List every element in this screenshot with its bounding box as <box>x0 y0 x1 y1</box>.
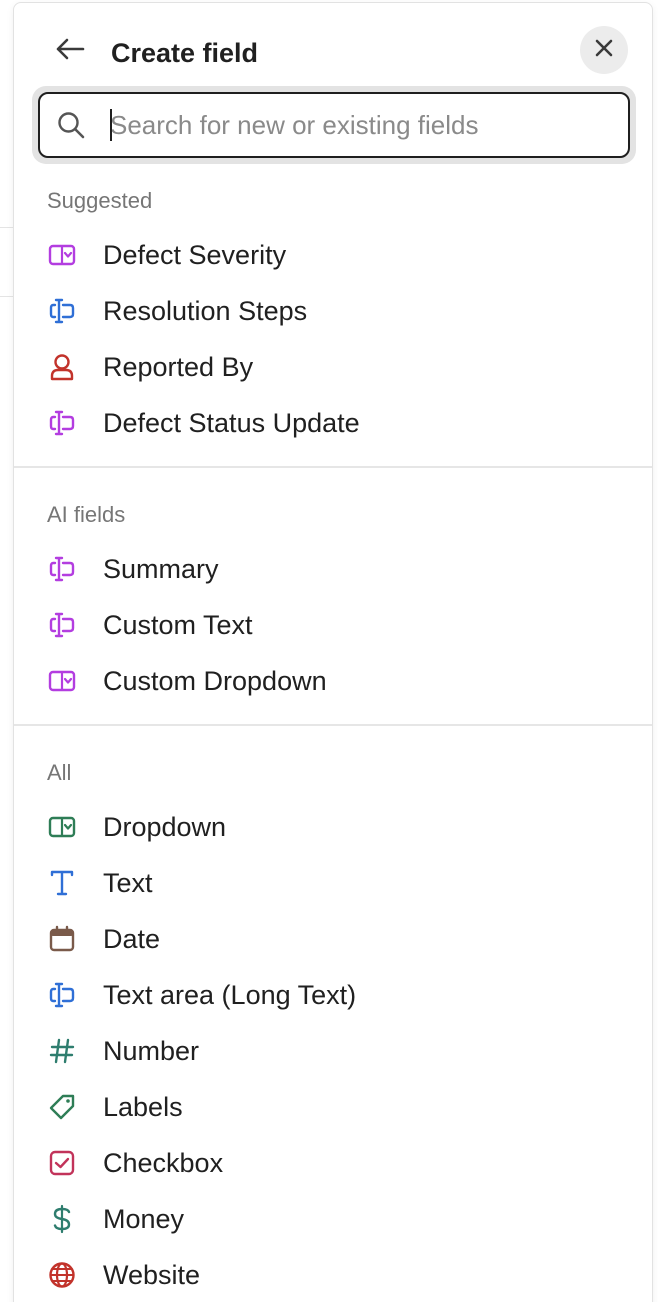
text-area-icon <box>47 296 77 326</box>
field-option-label: Text <box>103 868 153 898</box>
field-option-summary[interactable]: Summary <box>14 541 652 595</box>
dropdown-icon <box>47 240 77 270</box>
text-icon <box>47 868 77 898</box>
search-icon <box>56 110 86 140</box>
search-input[interactable] <box>104 102 610 148</box>
page: Create field Search for new or existing … <box>0 0 658 1302</box>
field-option-resolution-steps[interactable]: Resolution Steps <box>14 283 652 337</box>
arrow-left-icon <box>55 37 85 66</box>
section-label-all: All <box>47 760 72 785</box>
background-app <box>0 0 14 1302</box>
section-label-ai-fields: AI fields <box>47 502 126 527</box>
field-option-text-area-long-text[interactable]: Text area (Long Text) <box>14 967 652 1021</box>
field-option-label: Custom Text <box>103 610 253 640</box>
field-option-defect-severity[interactable]: Defect Severity <box>14 227 652 281</box>
field-option-defect-status-update[interactable]: Defect Status Update <box>14 395 652 449</box>
field-option-label: Number <box>103 1036 200 1066</box>
calendar-icon <box>47 924 77 954</box>
field-option-label: Custom Dropdown <box>103 666 327 696</box>
field-option-label: Defect Status Update <box>103 408 360 438</box>
close-icon <box>595 39 613 62</box>
field-option-labels[interactable]: Labels <box>14 1079 652 1133</box>
section-divider <box>14 724 652 726</box>
field-option-website[interactable]: Website <box>14 1247 652 1301</box>
field-option-label: Labels <box>103 1092 183 1122</box>
field-option-label: Text area (Long Text) <box>103 980 357 1010</box>
field-option-checkbox[interactable]: Checkbox <box>14 1135 652 1189</box>
field-option-label: Resolution Steps <box>103 296 308 326</box>
globe-icon <box>47 1260 77 1290</box>
field-option-number[interactable]: Number <box>14 1023 652 1077</box>
back-button[interactable] <box>50 31 90 71</box>
text-area-icon <box>47 408 77 438</box>
search-focus-ring <box>32 86 636 164</box>
close-button[interactable] <box>580 26 628 74</box>
field-option-label: Defect Severity <box>103 240 287 270</box>
text-area-icon <box>47 980 77 1010</box>
field-option-label: Website <box>103 1260 201 1290</box>
field-option-label: Money <box>103 1204 185 1234</box>
field-option-label: Dropdown <box>103 812 227 842</box>
background-divider <box>0 296 14 297</box>
field-option-dropdown[interactable]: Dropdown <box>14 799 652 853</box>
field-option-label: Date <box>103 924 161 954</box>
field-option-label: Reported By <box>103 352 254 382</box>
field-option-label: Checkbox <box>103 1148 224 1178</box>
field-option-money[interactable]: Money <box>14 1191 652 1245</box>
dollar-icon <box>47 1204 77 1234</box>
text-area-icon <box>47 554 77 584</box>
section-divider <box>14 466 652 468</box>
section-label-suggested: Suggested <box>47 188 153 213</box>
panel-header: Create field <box>14 3 652 83</box>
field-option-label: Summary <box>103 554 219 584</box>
dropdown-icon <box>47 666 77 696</box>
field-option-date[interactable]: Date <box>14 911 652 965</box>
checkbox-icon <box>47 1148 77 1178</box>
text-area-icon <box>47 610 77 640</box>
create-field-panel: Create field Search for new or existing … <box>13 2 653 1302</box>
person-icon <box>47 352 77 382</box>
page-title: Create field <box>111 38 259 68</box>
background-divider <box>0 227 14 228</box>
dropdown-icon <box>47 812 77 842</box>
field-option-text[interactable]: Text <box>14 855 652 909</box>
field-option-custom-text[interactable]: Custom Text <box>14 597 652 651</box>
hash-icon <box>47 1036 77 1066</box>
text-caret <box>110 109 112 141</box>
field-option-custom-dropdown[interactable]: Custom Dropdown <box>14 653 652 707</box>
search-box <box>38 92 630 158</box>
field-option-reported-by[interactable]: Reported By <box>14 339 652 393</box>
tag-icon <box>47 1092 77 1122</box>
